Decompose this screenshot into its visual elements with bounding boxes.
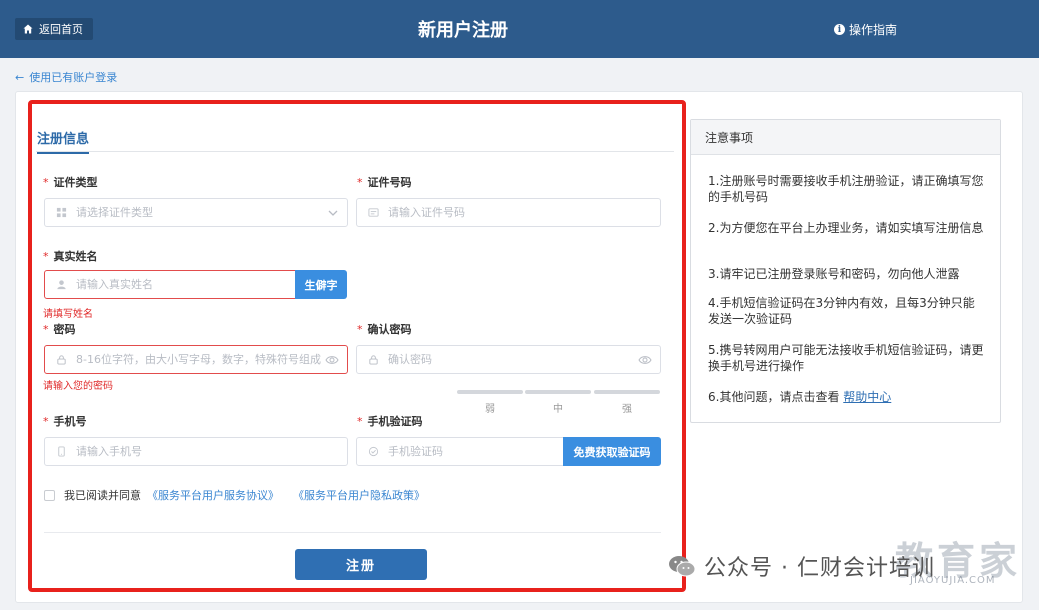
guide-label: 操作指南 — [849, 23, 898, 37]
notice-item: 1.注册账号时需要接收手机注册验证，请正确填写您的手机号码 — [708, 174, 984, 204]
help-center-link[interactable]: 帮助中心 — [843, 390, 891, 404]
guide-link[interactable]: i 操作指南 — [834, 21, 897, 38]
watermark-text: 公众号 · 仁财会计培训 — [704, 556, 935, 581]
info-icon: i — [834, 24, 845, 35]
login-link-label: 使用已有账户登录 — [29, 71, 118, 84]
notice-item: 6.其他问题，请点击查看 帮助中心 — [708, 389, 986, 405]
arrow-left-icon: ← — [15, 70, 25, 84]
highlight-box — [28, 100, 686, 592]
notice-item: 2.为方便您在平台上办理业务，请如实填写注册信息 — [708, 221, 984, 235]
page-title: 新用户注册 — [418, 20, 508, 41]
login-existing-link[interactable]: ← 使用已有账户登录 — [15, 69, 117, 85]
notice-item-6-text: 6.其他问题，请点击查看 — [708, 390, 844, 404]
notice-panel: 注意事项 1.注册账号时需要接收手机注册验证，请正确填写您的手机号码 2.为方便… — [690, 119, 1001, 423]
notice-title: 注意事项 — [691, 120, 1000, 155]
notice-item: 5.携号转网用户可能无法接收手机短信验证码，请更换手机号进行操作 — [708, 343, 984, 373]
notice-item: 3.请牢记已注册登录账号和密码，勿向他人泄露 — [708, 267, 960, 281]
notice-item: 4.手机短信验证码在3分钟内有效，且每3分钟只能发送一次验证码 — [708, 296, 975, 326]
wechat-icon — [669, 556, 696, 577]
watermark: 公众号 · 仁财会计培训 — [668, 550, 935, 582]
header-bar: 返回首页 新用户注册 i 操作指南 — [0, 0, 1039, 58]
